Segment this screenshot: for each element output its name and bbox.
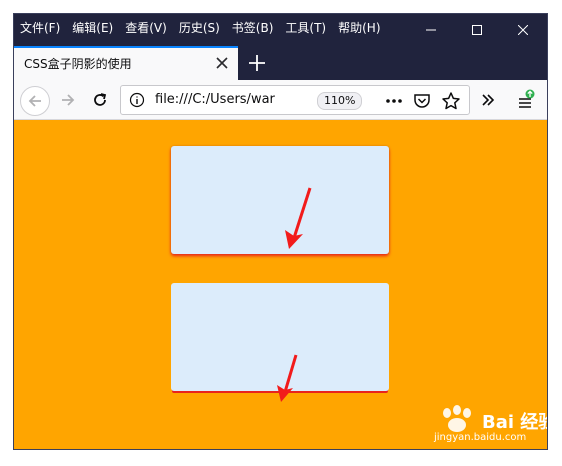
maximize-button[interactable] xyxy=(454,14,500,46)
menu-bookmarks[interactable]: 书签(B) xyxy=(232,19,274,36)
info-icon[interactable] xyxy=(129,92,145,108)
zoom-level-badge[interactable]: 110% xyxy=(317,92,363,110)
shadow-box-1 xyxy=(171,146,389,254)
menu-help[interactable]: 帮助(H) xyxy=(338,19,380,36)
red-arrow-2 xyxy=(277,354,298,402)
page-content: Bai 经验 jingyan.baidu.com xyxy=(14,120,547,449)
back-button[interactable] xyxy=(20,86,50,116)
tab-bar: CSS盒子阴影的使用 xyxy=(14,46,547,80)
pocket-icon[interactable] xyxy=(413,92,431,110)
bookmark-star-icon[interactable] xyxy=(441,91,461,111)
new-tab-icon[interactable] xyxy=(246,52,268,74)
reload-icon xyxy=(94,93,107,106)
menu-bar: 文件(F) 编辑(E) 查看(V) 历史(S) 书签(B) 工具(T) 帮助(H… xyxy=(20,19,381,36)
minimize-icon xyxy=(426,29,436,31)
menu-button[interactable] xyxy=(514,88,538,112)
close-icon xyxy=(518,25,528,35)
menu-edit[interactable]: 编辑(E) xyxy=(72,19,113,36)
baidu-watermark: Bai 经验 jingyan.baidu.com xyxy=(434,404,547,448)
close-window-button[interactable] xyxy=(500,14,546,46)
watermark-url: jingyan.baidu.com xyxy=(434,432,527,443)
menu-history[interactable]: 历史(S) xyxy=(179,19,220,36)
forward-button[interactable] xyxy=(56,88,80,112)
navigation-bar: file:///C:/Users/war 110% xyxy=(14,80,547,120)
title-bar: 文件(F) 编辑(E) 查看(V) 历史(S) 书签(B) 工具(T) 帮助(H… xyxy=(14,14,547,46)
back-arrow-icon xyxy=(28,95,41,107)
chevron-double-right-icon xyxy=(482,94,495,106)
menu-tools[interactable]: 工具(T) xyxy=(285,19,326,36)
tab-title: CSS盒子阴影的使用 xyxy=(24,57,132,71)
page-actions-icon[interactable] xyxy=(385,93,403,109)
url-text[interactable]: file:///C:/Users/war xyxy=(155,92,285,107)
tab-active[interactable]: CSS盒子阴影的使用 xyxy=(14,46,238,80)
menu-view[interactable]: 查看(V) xyxy=(125,19,167,36)
minimize-button[interactable] xyxy=(408,14,454,46)
maximize-icon xyxy=(472,25,482,35)
forward-arrow-icon xyxy=(62,94,75,106)
tab-close-icon[interactable] xyxy=(214,55,230,71)
browser-window: 文件(F) 编辑(E) 查看(V) 历史(S) 书签(B) 工具(T) 帮助(H… xyxy=(13,13,548,450)
overflow-button[interactable] xyxy=(476,88,500,112)
reload-button[interactable] xyxy=(88,88,112,112)
watermark-brand: Bai 经验 xyxy=(482,412,547,433)
red-arrow-1 xyxy=(285,187,312,249)
menu-file[interactable]: 文件(F) xyxy=(20,19,60,36)
url-bar[interactable]: file:///C:/Users/war 110% xyxy=(120,85,470,115)
hamburger-menu-icon xyxy=(519,89,535,108)
baidu-paw-icon xyxy=(443,405,471,432)
